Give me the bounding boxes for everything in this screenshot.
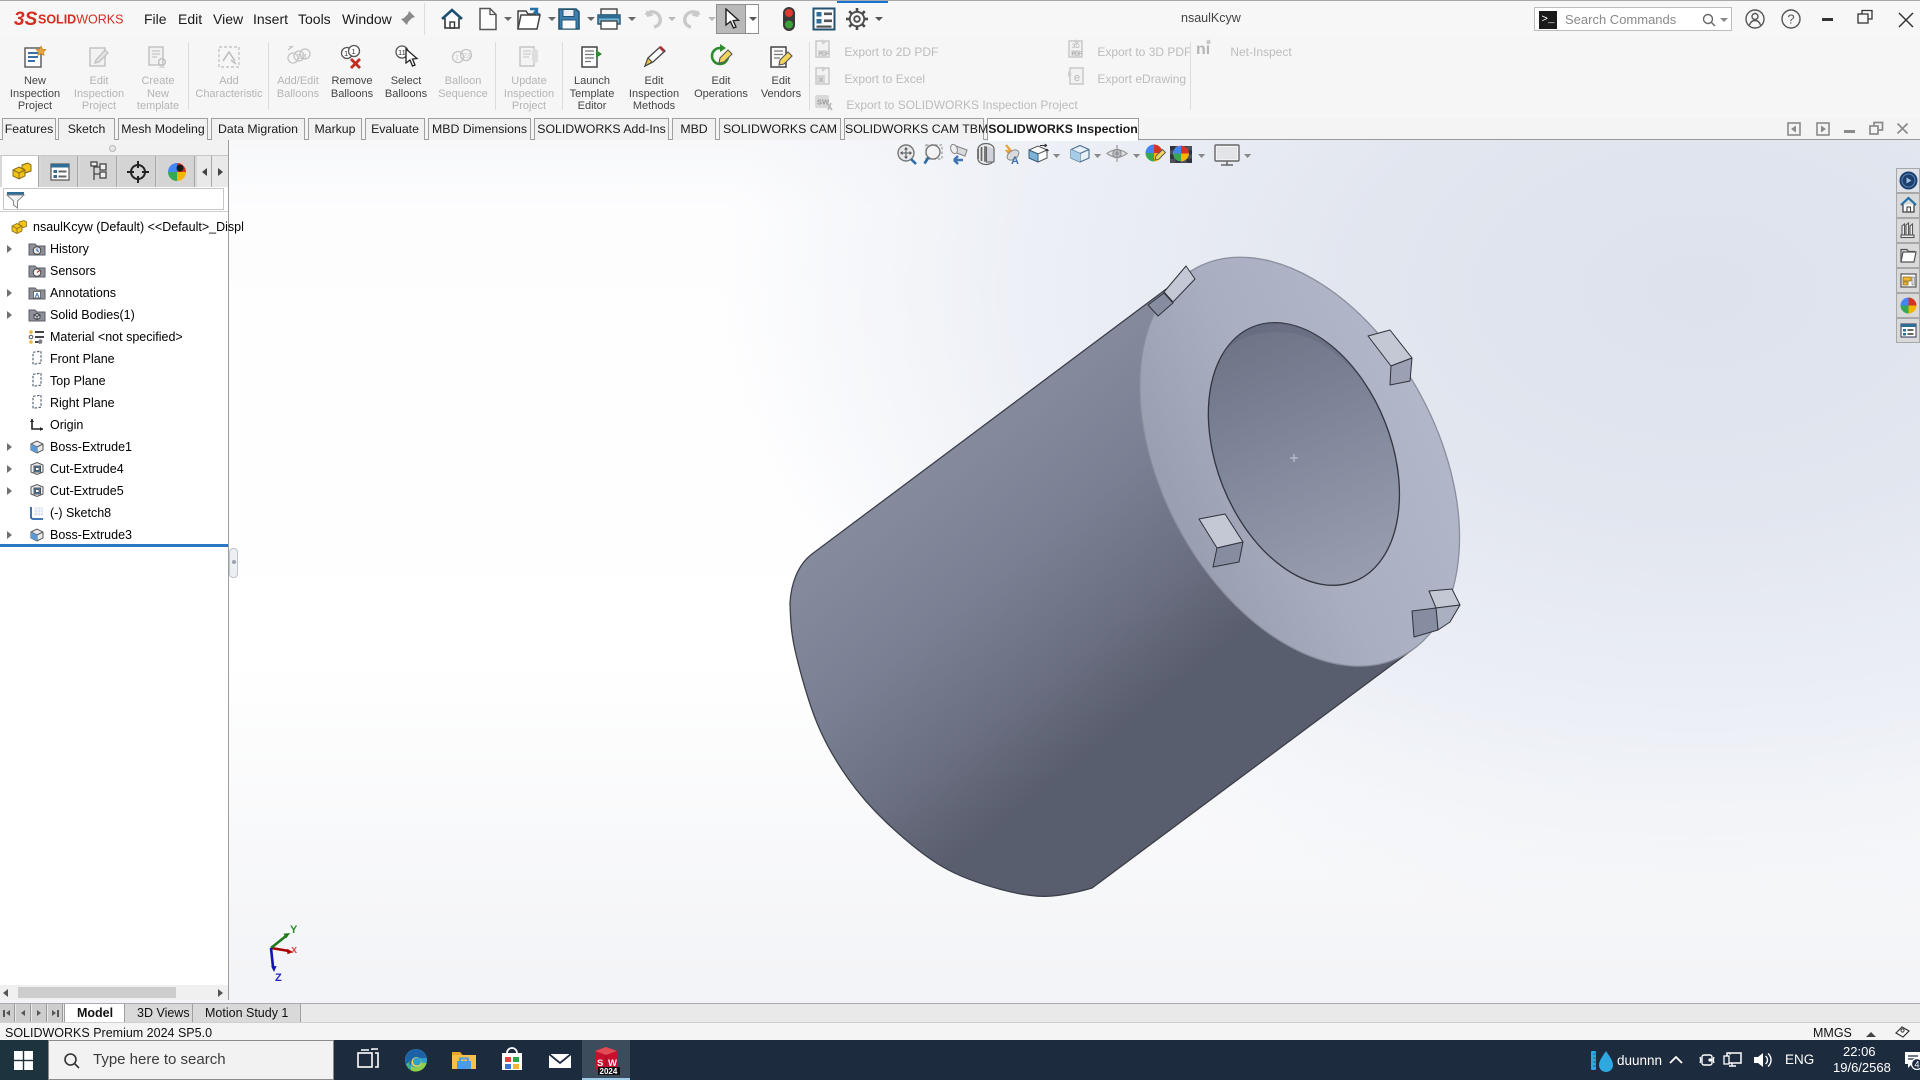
- svg-text:Y: Y: [290, 924, 298, 936]
- svg-text:111: 111: [297, 54, 308, 61]
- svg-text:PDF: PDF: [819, 52, 831, 58]
- svg-text:PDF: PDF: [1072, 52, 1084, 58]
- svg-text:23: 23: [463, 53, 471, 60]
- svg-text:1: 1: [344, 49, 348, 58]
- svg-text:Z: Z: [275, 972, 282, 984]
- svg-text:A: A: [35, 293, 40, 300]
- svg-text:e: e: [1074, 72, 1080, 84]
- svg-text:4: 4: [1914, 1060, 1919, 1070]
- svg-text:11: 11: [398, 48, 406, 57]
- svg-text:1: 1: [455, 55, 459, 62]
- svg-text:X: X: [819, 77, 824, 84]
- svg-text:3D: 3D: [1072, 44, 1080, 50]
- svg-text:1: 1: [352, 47, 356, 56]
- svg-text:2024: 2024: [600, 1067, 618, 1076]
- svg-text:3S: 3S: [14, 9, 38, 30]
- svg-text:SOLIDWORKS: SOLIDWORKS: [38, 13, 123, 27]
- svg-text:x: x: [291, 944, 298, 956]
- svg-text:A: A: [1011, 155, 1019, 167]
- svg-text:?: ?: [1787, 12, 1794, 27]
